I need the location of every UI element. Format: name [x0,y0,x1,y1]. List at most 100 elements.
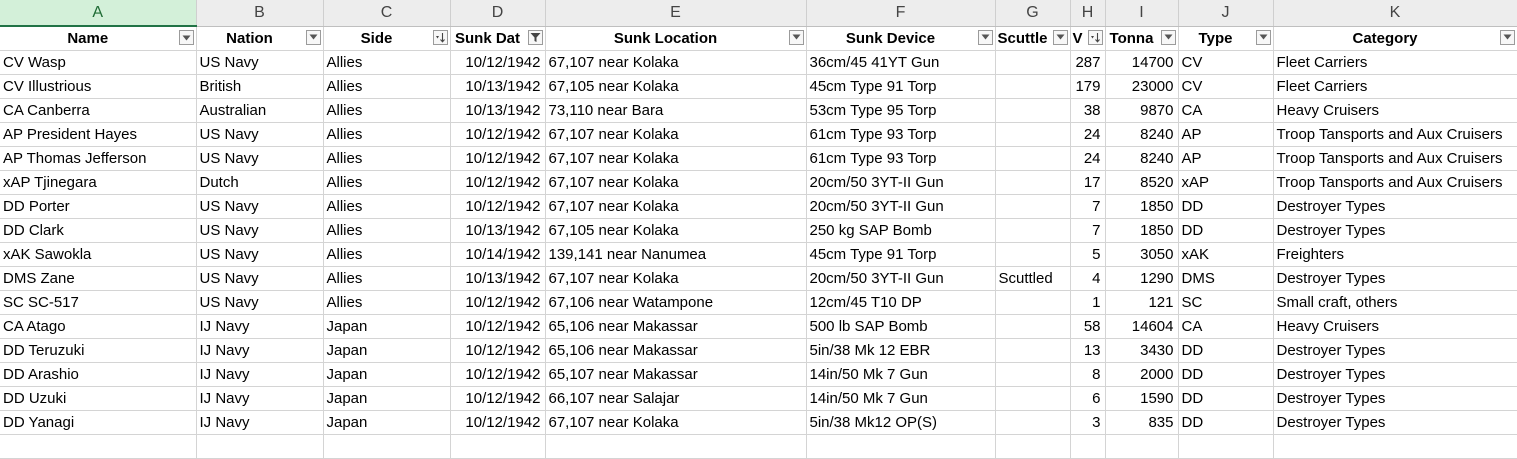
header-cell[interactable]: Nation [196,26,324,51]
table-cell[interactable]: CA [1178,98,1274,123]
table-cell[interactable] [545,434,807,459]
table-cell[interactable]: 14604 [1105,314,1179,339]
table-cell[interactable]: Japan [323,386,451,411]
table-cell[interactable]: 2000 [1105,362,1179,387]
table-cell[interactable]: DD [1178,386,1274,411]
table-cell[interactable]: 1590 [1105,386,1179,411]
table-cell[interactable] [995,122,1071,147]
table-cell[interactable]: 8520 [1105,170,1179,195]
table-cell[interactable]: 3 [1070,410,1106,435]
table-cell[interactable] [995,170,1071,195]
table-cell[interactable]: 67,107 near Kolaka [545,170,807,195]
table-cell[interactable]: Japan [323,314,451,339]
column-letter-k[interactable]: K [1273,0,1517,27]
table-cell[interactable]: 10/12/1942 [450,122,546,147]
table-cell[interactable]: Troop Tansports and Aux Cruisers [1273,122,1517,147]
table-cell[interactable] [450,434,546,459]
table-cell[interactable]: 14in/50 Mk 7 Gun [806,386,996,411]
column-letter-d[interactable]: D [450,0,546,27]
table-cell[interactable]: 10/13/1942 [450,74,546,99]
table-cell[interactable]: SC [1178,290,1274,315]
table-cell[interactable]: 67,105 near Kolaka [545,218,807,243]
table-cell[interactable]: US Navy [196,242,324,267]
column-letter-j[interactable]: J [1178,0,1274,27]
table-cell[interactable]: 65,106 near Makassar [545,314,807,339]
table-cell[interactable]: 24 [1070,146,1106,171]
column-letter-c[interactable]: C [323,0,451,27]
header-cell[interactable]: Side [323,26,451,51]
table-cell[interactable]: 10/12/1942 [450,362,546,387]
table-cell[interactable]: DD [1178,338,1274,363]
column-letter-h[interactable]: H [1070,0,1106,27]
filter-button[interactable] [788,29,804,45]
table-cell[interactable]: 45cm Type 91 Torp [806,242,996,267]
table-cell[interactable] [995,338,1071,363]
table-cell[interactable] [995,434,1071,459]
spreadsheet-grid[interactable]: ABCDEFGHIJK Name Nation Side Sunk Dat Sunk L… [0,0,1517,459]
table-cell[interactable]: DD Uzuki [0,386,197,411]
table-cell[interactable]: 8 [1070,362,1106,387]
column-letter-a[interactable]: A [0,0,197,27]
table-cell[interactable]: British [196,74,324,99]
filter-button[interactable] [1052,29,1068,45]
table-cell[interactable]: 67,107 near Kolaka [545,266,807,291]
table-cell[interactable]: xAP [1178,170,1274,195]
table-cell[interactable]: US Navy [196,218,324,243]
table-cell[interactable]: 9870 [1105,98,1179,123]
table-cell[interactable]: 8240 [1105,146,1179,171]
column-letter-e[interactable]: E [545,0,807,27]
table-cell[interactable]: DMS [1178,266,1274,291]
table-cell[interactable] [995,242,1071,267]
table-cell[interactable]: 6 [1070,386,1106,411]
table-cell[interactable]: Australian [196,98,324,123]
table-cell[interactable]: DD Teruzuki [0,338,197,363]
table-cell[interactable]: 5 [1070,242,1106,267]
table-cell[interactable]: Allies [323,74,451,99]
table-cell[interactable]: 7 [1070,218,1106,243]
table-cell[interactable]: 835 [1105,410,1179,435]
table-cell[interactable]: 1850 [1105,194,1179,219]
table-cell[interactable]: xAK [1178,242,1274,267]
table-cell[interactable]: Fleet Carriers [1273,74,1517,99]
table-cell[interactable]: Freighters [1273,242,1517,267]
table-cell[interactable]: 10/12/1942 [450,170,546,195]
table-cell[interactable]: 10/13/1942 [450,266,546,291]
table-cell[interactable]: CV Wasp [0,50,197,75]
table-cell[interactable]: US Navy [196,290,324,315]
header-cell[interactable]: Sunk Device [806,26,996,51]
table-cell[interactable]: Destroyer Types [1273,386,1517,411]
table-cell[interactable]: 10/12/1942 [450,146,546,171]
table-cell[interactable]: 3430 [1105,338,1179,363]
table-cell[interactable]: xAP Tjinegara [0,170,197,195]
table-cell[interactable]: 287 [1070,50,1106,75]
table-cell[interactable] [995,146,1071,171]
table-cell[interactable]: 20cm/50 3YT-II Gun [806,194,996,219]
table-cell[interactable] [1178,434,1274,459]
header-cell[interactable]: V [1070,26,1106,51]
filter-button[interactable] [178,30,194,45]
table-cell[interactable]: 67,105 near Kolaka [545,74,807,99]
table-cell[interactable]: CA Canberra [0,98,197,123]
table-cell[interactable]: 10/12/1942 [450,314,546,339]
table-cell[interactable]: Allies [323,242,451,267]
table-cell[interactable] [1105,434,1179,459]
table-cell[interactable]: CV [1178,50,1274,75]
column-letter-g[interactable]: G [995,0,1071,27]
table-cell[interactable]: 20cm/50 3YT-II Gun [806,266,996,291]
table-cell[interactable]: Allies [323,218,451,243]
table-cell[interactable]: IJ Navy [196,314,324,339]
table-cell[interactable]: US Navy [196,122,324,147]
table-cell[interactable]: DD [1178,362,1274,387]
filter-button[interactable] [1255,29,1271,45]
table-cell[interactable]: 13 [1070,338,1106,363]
table-cell[interactable]: DD [1178,194,1274,219]
table-cell[interactable]: Dutch [196,170,324,195]
table-cell[interactable]: Allies [323,98,451,123]
table-cell[interactable] [995,314,1071,339]
table-cell[interactable]: IJ Navy [196,338,324,363]
table-cell[interactable]: Heavy Cruisers [1273,98,1517,123]
table-cell[interactable]: 10/12/1942 [450,386,546,411]
column-letter-i[interactable]: I [1105,0,1179,27]
table-cell[interactable]: 17 [1070,170,1106,195]
table-cell[interactable]: Japan [323,338,451,363]
